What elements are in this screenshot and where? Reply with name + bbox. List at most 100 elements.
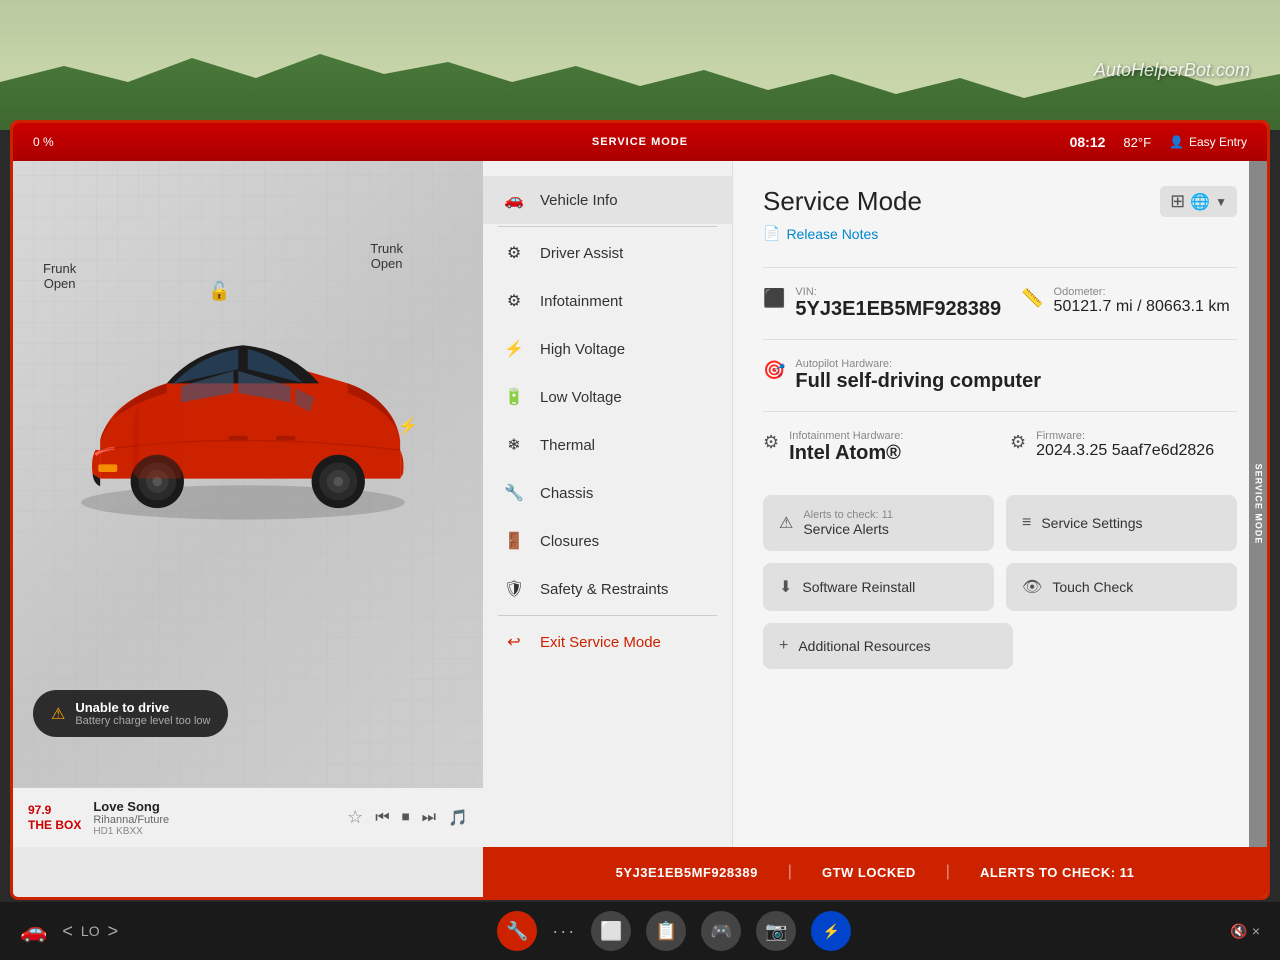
taskbar-apps-button[interactable]: 📋 bbox=[646, 911, 686, 951]
progress-pct: 0 % bbox=[33, 135, 54, 149]
touch-check-button[interactable]: 👁 Touch Check bbox=[1006, 563, 1237, 611]
safety-label: Safety & Restraints bbox=[540, 581, 668, 598]
info-panel: Service Mode ⊞ 🌐 ▼ 📄 Release Notes ⬛ VIN… bbox=[733, 161, 1267, 847]
low-voltage-icon: 🔋 bbox=[503, 387, 525, 407]
nav-item-driver-assist[interactable]: ⚙ Driver Assist bbox=[483, 229, 732, 277]
low-voltage-label: Low Voltage bbox=[540, 389, 622, 406]
alert-icon: ⚠ bbox=[51, 704, 65, 724]
nav-item-chassis[interactable]: 🔧 Chassis bbox=[483, 469, 732, 517]
vin-value: 5YJ3E1EB5MF928389 bbox=[795, 298, 1001, 321]
taskbar-tools-button[interactable]: 🔧 bbox=[497, 911, 537, 951]
volume-x-icon: × bbox=[1252, 923, 1260, 939]
high-voltage-icon: ⚡ bbox=[503, 339, 525, 359]
stop-button[interactable]: ⏹ bbox=[402, 809, 410, 827]
thermal-icon: ❄ bbox=[503, 435, 525, 455]
service-settings-text: Service Settings bbox=[1041, 515, 1142, 531]
info-divider-1 bbox=[763, 267, 1237, 268]
prev-track-button[interactable]: ⏮ bbox=[375, 809, 389, 827]
odometer-icon: 📏 bbox=[1021, 288, 1043, 309]
alert-subtitle: Battery charge level too low bbox=[75, 715, 210, 727]
info-divider-3 bbox=[763, 411, 1237, 412]
nav-item-low-voltage[interactable]: 🔋 Low Voltage bbox=[483, 373, 732, 421]
taskbar-car-icon[interactable]: 🚗 bbox=[20, 918, 47, 944]
bluetooth-icon: ⚡ bbox=[823, 923, 840, 940]
favorite-button[interactable]: ☆ bbox=[347, 807, 363, 828]
chevron-down-icon: ▼ bbox=[1215, 195, 1227, 209]
song-title: Love Song bbox=[93, 799, 335, 814]
car-image bbox=[33, 291, 453, 571]
driver-assist-icon: ⚙ bbox=[503, 243, 525, 263]
nav-item-high-voltage[interactable]: ⚡ High Voltage bbox=[483, 325, 732, 373]
document-icon: 📄 bbox=[763, 225, 780, 242]
nav-back-icon[interactable]: < bbox=[62, 921, 73, 942]
music-controls: ☆ ⏮ ⏹ ⏭ 🎵 bbox=[347, 807, 468, 828]
safety-icon: 🛡 bbox=[503, 579, 525, 599]
background-window bbox=[0, 0, 1280, 130]
closures-icon: 🚪 bbox=[503, 531, 525, 551]
nav-item-exit[interactable]: ↩ Exit Service Mode bbox=[483, 618, 732, 666]
service-alerts-text: Alerts to check: 11 Service Alerts bbox=[803, 509, 893, 537]
status-entry-mode: 👤 Easy Entry bbox=[1169, 135, 1247, 149]
service-mode-vertical-label: SERVICE MODE bbox=[1249, 161, 1267, 847]
translate-button[interactable]: ⊞ 🌐 ▼ bbox=[1160, 186, 1237, 217]
chip-icon: ⚙ bbox=[763, 432, 779, 453]
additional-resources-button[interactable]: + Additional Resources bbox=[763, 623, 1013, 669]
nav-home-label: LO bbox=[81, 923, 100, 939]
info-divider-2 bbox=[763, 339, 1237, 340]
software-reinstall-button[interactable]: ⬇ Software Reinstall bbox=[763, 563, 994, 611]
camera-icon: 📷 bbox=[765, 921, 787, 942]
autopilot-value: Full self-driving computer bbox=[795, 370, 1041, 393]
taskbar-dots-button[interactable]: ··· bbox=[552, 921, 576, 942]
high-voltage-label: High Voltage bbox=[540, 341, 625, 358]
song-source: HD1 KBXX bbox=[93, 826, 335, 837]
vin-odometer-row: ⬛ VIN: 5YJ3E1EB5MF928389 📏 Odometer: 501… bbox=[763, 286, 1237, 321]
release-notes-link[interactable]: 📄 Release Notes bbox=[763, 225, 1237, 242]
infotainment-hw-label: Infotainment Hardware: bbox=[789, 430, 903, 442]
audio-settings-button[interactable]: 🎵 bbox=[448, 808, 468, 828]
additional-resources-text: Additional Resources bbox=[798, 638, 930, 654]
exit-icon: ↩ bbox=[503, 632, 525, 652]
bottom-sep-2: | bbox=[946, 863, 950, 881]
driver-assist-label: Driver Assist bbox=[540, 245, 623, 262]
translate-text: 🌐 bbox=[1190, 192, 1210, 212]
taskbar-bluetooth-button[interactable]: ⚡ bbox=[811, 911, 851, 951]
taskbar-games-button[interactable]: 🎮 bbox=[701, 911, 741, 951]
service-settings-button[interactable]: ≡ Service Settings bbox=[1006, 495, 1237, 551]
exit-label: Exit Service Mode bbox=[540, 634, 661, 651]
settings-lines-icon: ≡ bbox=[1022, 514, 1031, 532]
trunk-label: Trunk Open bbox=[370, 241, 403, 271]
chassis-icon: 🔧 bbox=[503, 483, 525, 503]
nav-item-infotainment[interactable]: ⚙ Infotainment bbox=[483, 277, 732, 325]
status-bar: SERVICE MODE 0 % 08:12 82°F 👤 Easy Entry bbox=[13, 123, 1267, 161]
info-header: Service Mode ⊞ 🌐 ▼ bbox=[763, 186, 1237, 217]
taskbar-volume-control[interactable]: 🔇 × bbox=[1230, 923, 1260, 940]
status-bar-right: 08:12 82°F 👤 Easy Entry bbox=[1070, 134, 1247, 150]
nav-item-vehicle-info[interactable]: 🚗 Vehicle Info bbox=[483, 176, 732, 224]
infotainment-hw-value: Intel Atom® bbox=[789, 442, 903, 465]
background-trees bbox=[0, 50, 1280, 130]
action-buttons: ⚠ Alerts to check: 11 Service Alerts ≡ S… bbox=[763, 495, 1237, 669]
person-icon: 👤 bbox=[1169, 135, 1184, 149]
firmware-value: 2024.3.25 5aaf7e6d2826 bbox=[1036, 442, 1214, 460]
taskbar-cam-button[interactable]: 📷 bbox=[756, 911, 796, 951]
nav-item-thermal[interactable]: ❄ Thermal bbox=[483, 421, 732, 469]
nav-divider-2 bbox=[498, 615, 717, 616]
radio-station: 97.9 THE BOX bbox=[28, 803, 81, 832]
translate-icon: ⊞ bbox=[1170, 191, 1185, 212]
hw-firmware-row: ⚙ Infotainment Hardware: Intel Atom® ⚙ F… bbox=[763, 430, 1237, 465]
taskbar: 🚗 < LO > 🔧 ··· ⬜ 📋 🎮 📷 ⚡ 🔇 × bbox=[0, 902, 1280, 960]
nav-forward-icon[interactable]: > bbox=[108, 921, 119, 942]
apps-icon: 📋 bbox=[655, 921, 677, 942]
next-track-button[interactable]: ⏭ bbox=[422, 809, 436, 827]
nav-item-safety[interactable]: 🛡 Safety & Restraints bbox=[483, 565, 732, 613]
browser-icon: ⬜ bbox=[600, 921, 622, 942]
odometer-label: Odometer: bbox=[1054, 286, 1230, 298]
touch-icon: 👁 bbox=[1022, 577, 1042, 597]
nav-item-closures[interactable]: 🚪 Closures bbox=[483, 517, 732, 565]
service-alerts-button[interactable]: ⚠ Alerts to check: 11 Service Alerts bbox=[763, 495, 994, 551]
taskbar-browser-button[interactable]: ⬜ bbox=[591, 911, 631, 951]
status-time: 08:12 bbox=[1070, 134, 1106, 150]
steering-icon: 🎯 bbox=[763, 360, 785, 381]
bottom-vin: 5YJ3E1EB5MF928389 bbox=[616, 865, 758, 880]
main-screen: SERVICE MODE 0 % 08:12 82°F 👤 Easy Entry… bbox=[10, 120, 1270, 900]
